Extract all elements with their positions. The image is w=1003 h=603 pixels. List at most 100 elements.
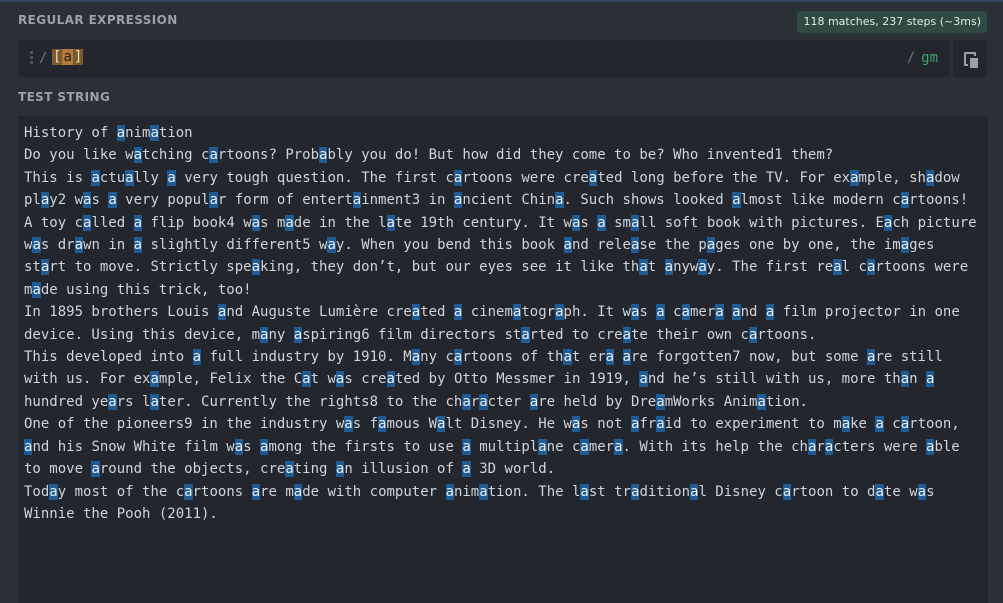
test-line: This is actually a very tough question. …: [24, 169, 969, 209]
match-highlight: a: [285, 461, 294, 478]
match-highlight: a: [453, 349, 463, 366]
top-border: [0, 0, 1003, 2]
match-highlight: a: [824, 438, 834, 455]
test-string-section-title: TEST STRING: [18, 90, 111, 104]
test-line: This developed into a full industry by 1…: [24, 349, 952, 410]
regex-delimiter-right: /: [906, 50, 916, 66]
match-highlight: a: [319, 147, 328, 164]
match-highlight: a: [234, 438, 244, 455]
match-highlight: a: [32, 237, 41, 254]
match-highlight: a: [571, 214, 581, 231]
match-highlight: a: [150, 125, 159, 141]
match-highlight: a: [192, 349, 202, 366]
match-highlight: a: [732, 192, 741, 209]
match-highlight: a: [866, 259, 876, 276]
test-line: In 1895 brothers Louis and Auguste Lumiè…: [24, 304, 969, 343]
match-highlight: a: [167, 169, 176, 186]
match-highlight: a: [40, 259, 50, 276]
match-highlight: a: [715, 304, 724, 321]
test-string-editor[interactable]: History of animation Do you like watching…: [18, 116, 988, 603]
test-string-text[interactable]: History of animation Do you like watching…: [24, 122, 984, 525]
regex-flags-value: gm: [921, 50, 938, 66]
match-highlight: a: [926, 438, 935, 455]
match-highlight: a: [209, 192, 218, 209]
match-highlight: a: [925, 371, 935, 388]
match-highlight: a: [538, 438, 547, 455]
match-highlight: a: [91, 461, 100, 478]
match-highlight: a: [150, 371, 159, 388]
match-highlight: a: [757, 393, 766, 410]
match-highlight: a: [302, 371, 311, 388]
match-highlight: a: [765, 304, 775, 321]
match-highlight: a: [690, 483, 699, 500]
match-highlight: a: [150, 393, 159, 410]
match-highlight: a: [462, 461, 471, 478]
match-highlight: a: [631, 483, 640, 500]
match-highlight: a: [732, 304, 741, 321]
match-highlight: a: [706, 237, 716, 254]
match-highlight: a: [352, 192, 362, 209]
match-highlight: a: [83, 192, 92, 209]
match-highlight: a: [883, 214, 893, 231]
match-highlight: a: [900, 371, 910, 388]
match-highlight: a: [133, 237, 143, 254]
match-highlight: a: [588, 169, 598, 186]
match-highlight: a: [630, 237, 640, 254]
match-highlight: a: [108, 393, 117, 410]
match-highlight: a: [335, 461, 345, 478]
match-highlight: a: [597, 214, 606, 231]
copy-button[interactable]: [953, 40, 987, 77]
match-highlight: a: [285, 214, 294, 231]
match-highlight: a: [571, 416, 581, 433]
match-highlight: a: [622, 349, 631, 366]
regex-flags[interactable]: / gm: [907, 50, 938, 66]
match-highlight: a: [217, 304, 227, 321]
match-highlight: a: [580, 483, 589, 500]
match-highlight: a: [91, 169, 100, 186]
match-highlight: a: [639, 371, 648, 388]
match-highlight: a: [411, 304, 421, 321]
match-highlight: a: [83, 214, 92, 231]
match-highlight: a: [529, 393, 539, 410]
match-highlight: a: [184, 483, 193, 500]
match-highlight: a: [555, 192, 564, 209]
test-line: Do you like watching cartoons? Probably …: [24, 147, 834, 164]
match-highlight: a: [630, 416, 640, 433]
regex-input-bar[interactable]: / [a] / gm: [18, 40, 950, 77]
match-highlight: a: [605, 349, 615, 366]
match-highlight: a: [563, 349, 572, 366]
match-highlight: a: [335, 371, 345, 388]
match-highlight: a: [698, 259, 707, 276]
match-highlight: a: [411, 349, 421, 366]
regex-section-title: REGULAR EXPRESSION: [18, 13, 178, 27]
match-highlight: a: [462, 393, 471, 410]
match-highlight: a: [293, 326, 303, 343]
match-highlight: a: [681, 304, 690, 321]
match-highlight: a: [74, 237, 84, 254]
match-highlight: a: [555, 304, 564, 321]
regex-pattern[interactable]: [a]: [52, 49, 84, 65]
test-line: Today most of the cartoons are made with…: [24, 483, 943, 522]
match-highlight: a: [900, 237, 910, 254]
drag-handle-icon[interactable]: [30, 51, 34, 65]
match-highlight: a: [453, 169, 463, 186]
match-highlight: a: [260, 326, 269, 343]
match-highlight: a: [108, 192, 117, 209]
match-highlight: a: [656, 416, 665, 433]
match-highlight: a: [116, 125, 126, 141]
char-class-open: [: [52, 49, 63, 65]
match-highlight: a: [630, 304, 640, 321]
match-highlight: a: [479, 393, 488, 410]
match-highlight: a: [437, 416, 446, 433]
match-highlight: a: [386, 371, 395, 388]
match-highlight: a: [378, 416, 387, 433]
match-highlight: a: [386, 214, 395, 231]
test-line: A toy called a flip book4 was made in th…: [24, 214, 986, 298]
match-highlight: a: [833, 259, 842, 276]
match-highlight: a: [917, 483, 927, 500]
match-highlight: a: [133, 147, 143, 164]
char-class-literal: a: [62, 49, 73, 65]
match-highlight: a: [841, 416, 851, 433]
match-highlight: a: [782, 483, 792, 500]
match-highlight: a: [49, 483, 58, 500]
